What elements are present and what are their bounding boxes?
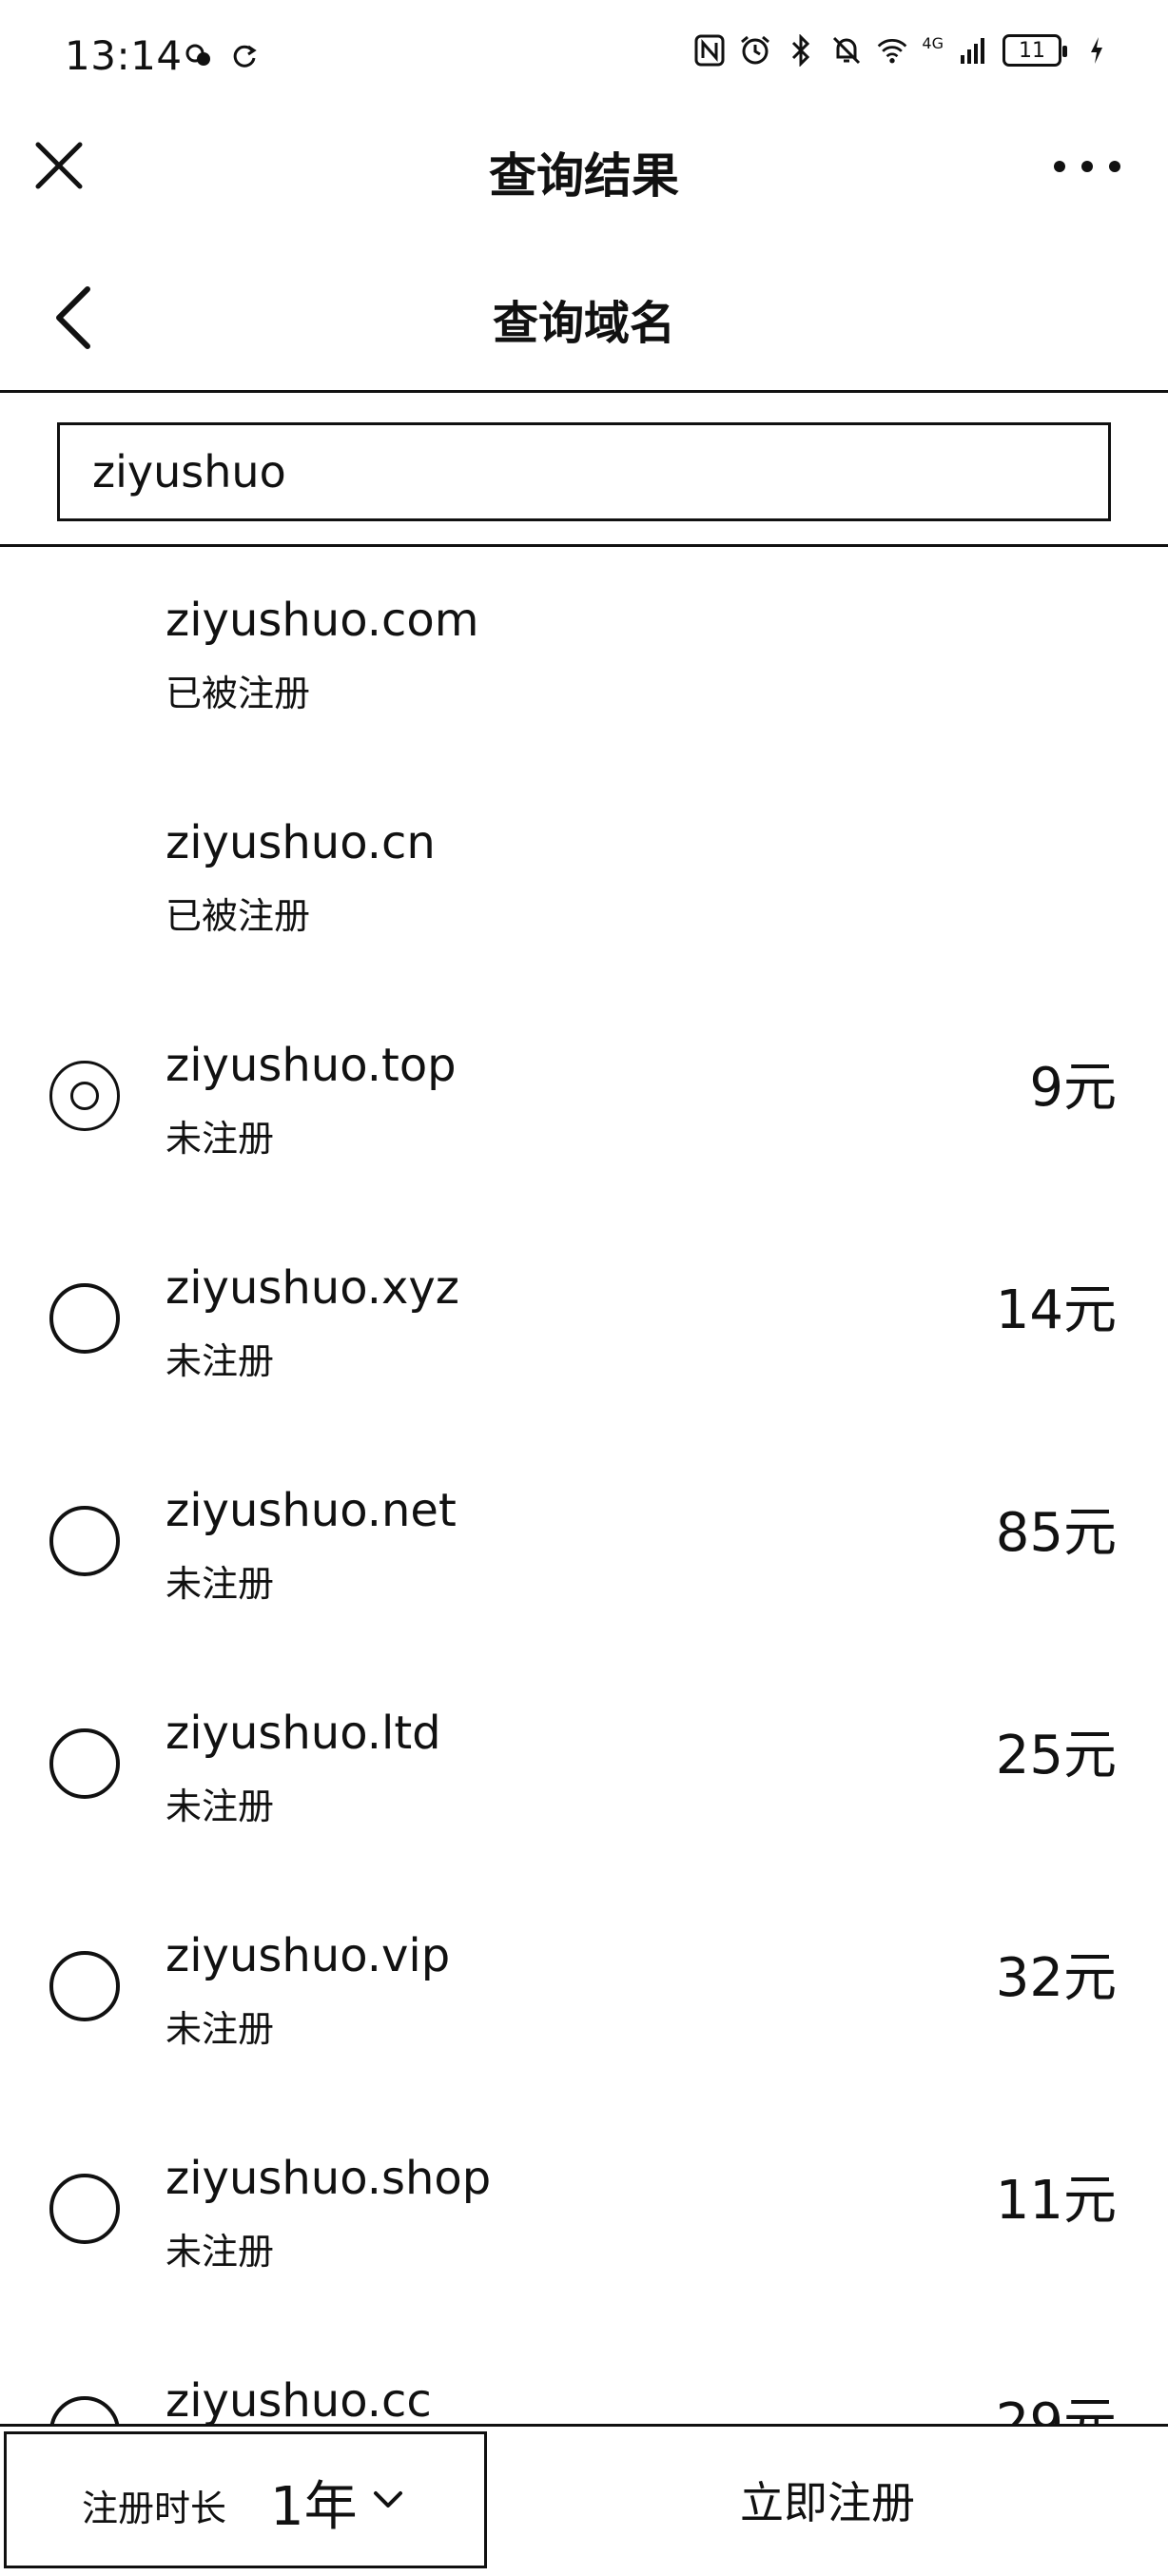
domain-name: ziyushuo.top [165, 1039, 457, 1092]
domain-row[interactable]: ziyushuo.shop 未注册 11元 [0, 2131, 1168, 2353]
app-notification-icon [183, 40, 215, 72]
page-title: 查询结果 [489, 148, 679, 204]
battery-level: 11 [1019, 38, 1045, 63]
domain-row: ziyushuo.com 已被注册 [0, 573, 1168, 795]
status-left-icons [183, 40, 261, 72]
radio-button[interactable] [49, 1728, 120, 1799]
more-options-icon[interactable] [1054, 152, 1120, 181]
battery-icon: 11 [1003, 34, 1067, 67]
domain-name: ziyushuo.shop [165, 2152, 492, 2205]
domain-status: 未注册 [165, 1563, 275, 1605]
domain-price: 14元 [995, 1279, 1117, 1341]
domain-name: ziyushuo.net [165, 1484, 457, 1537]
domain-name: ziyushuo.xyz [165, 1261, 459, 1315]
domain-price: 11元 [995, 2170, 1117, 2232]
domain-row[interactable]: ziyushuo.ltd 未注册 25元 [0, 1686, 1168, 1908]
radio-button[interactable] [49, 1506, 120, 1576]
search-input[interactable] [60, 425, 1108, 518]
domain-name: ziyushuo.com [165, 594, 479, 647]
alarm-icon [739, 34, 771, 67]
section-title: 查询域名 [492, 297, 675, 350]
mute-icon [830, 34, 863, 67]
radio-button[interactable] [49, 1283, 120, 1354]
bluetooth-icon [785, 34, 817, 67]
domain-row[interactable]: ziyushuo.xyz 未注册 14元 [0, 1240, 1168, 1463]
divider [0, 544, 1168, 547]
radio-button[interactable] [49, 2174, 120, 2244]
domain-status: 已被注册 [165, 673, 311, 714]
status-time: 13:14 [65, 32, 183, 79]
domain-status: 未注册 [165, 1340, 275, 1382]
domain-name: ziyushuo.cn [165, 816, 436, 869]
radio-button-selected[interactable] [49, 1061, 120, 1131]
signal-icon [957, 34, 989, 67]
duration-label: 注册时长 [82, 2488, 227, 2529]
domain-price: 9元 [1029, 1057, 1117, 1119]
wifi-icon [876, 34, 908, 67]
sync-icon [228, 40, 261, 72]
charging-icon [1080, 34, 1113, 67]
network-type: 4G [922, 34, 944, 52]
domain-row[interactable]: ziyushuo.net 未注册 85元 [0, 1463, 1168, 1686]
duration-value[interactable]: 1年 [270, 2464, 358, 2541]
domain-name: ziyushuo.cc [165, 2374, 432, 2428]
domain-row[interactable]: ziyushuo.top 未注册 9元 [0, 1018, 1168, 1240]
divider [0, 390, 1168, 393]
nfc-icon [693, 34, 726, 67]
domain-name: ziyushuo.ltd [165, 1707, 441, 1760]
domain-status: 未注册 [165, 1118, 275, 1160]
duration-select[interactable] [4, 2431, 487, 2568]
radio-button[interactable] [49, 1951, 120, 2021]
register-now-button[interactable]: 立即注册 [487, 2431, 1168, 2568]
domain-status: 已被注册 [165, 895, 311, 937]
status-right-icons: 4G 11 [693, 34, 1113, 67]
domain-price: 85元 [995, 1502, 1117, 1564]
domain-status: 未注册 [165, 1786, 275, 1827]
search-field[interactable] [57, 422, 1111, 521]
domain-name: ziyushuo.vip [165, 1929, 451, 1982]
domain-row[interactable]: ziyushuo.vip 未注册 32元 [0, 1908, 1168, 2131]
domain-status: 未注册 [165, 2008, 275, 2050]
domain-price: 25元 [995, 1725, 1117, 1786]
domain-row: ziyushuo.cn 已被注册 [0, 795, 1168, 1018]
domain-status: 未注册 [165, 2231, 275, 2273]
domain-price: 32元 [995, 1947, 1117, 2009]
chevron-down-icon[interactable] [371, 2485, 405, 2513]
